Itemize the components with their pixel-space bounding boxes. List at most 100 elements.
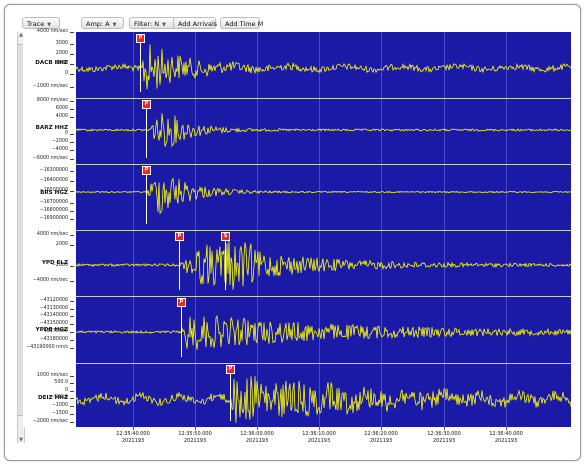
trace-menu[interactable]: Trace ▼ xyxy=(22,17,60,29)
add-time-button[interactable]: Add Time M xyxy=(220,17,263,29)
amplitude-tick-label: −4000 nm/sec xyxy=(32,278,68,283)
waveform-traces xyxy=(76,44,571,423)
amplitude-tick-label: −43120000 xyxy=(39,298,68,303)
amplitude-tick-label: 3000 xyxy=(55,41,68,46)
amplitude-tick-label: −43140000 xyxy=(39,313,68,318)
station-channel-label[interactable]: YPDB HGZ xyxy=(36,327,68,333)
time-tick-label: 12:36:40.000 2021193 xyxy=(476,431,536,445)
amplitude-tick-mark xyxy=(70,150,74,151)
time-tick-time: 12:36:40.000 xyxy=(489,431,523,437)
arrival-pick-marker[interactable]: P xyxy=(175,232,184,241)
time-tick-label: 12:36:10.000 2021193 xyxy=(289,431,349,445)
filter-dropdown[interactable]: Filter: N ▼ xyxy=(129,17,176,29)
arrival-pick-marker[interactable]: P xyxy=(226,365,235,374)
station-channel-label[interactable]: DACB HHZ xyxy=(35,60,68,66)
amplitude-tick-label: −1500 xyxy=(51,411,68,416)
seismogram-trace-1 xyxy=(76,44,571,90)
time-tick-label: 12:36:30.000 2021193 xyxy=(414,431,474,445)
amplitude-tick-mark xyxy=(70,414,74,415)
amplitude-tick-mark xyxy=(70,211,74,212)
amplitude-tick-label: −2000 xyxy=(51,139,68,144)
time-tick-date: 2021193 xyxy=(494,438,518,444)
amp-dropdown[interactable]: Amp: A ▼ xyxy=(81,17,124,29)
amplitude-tick-mark xyxy=(70,101,74,102)
waveform-plot-area[interactable]: P P P P S P P xyxy=(76,32,571,427)
time-axis: 12:35:40.000 2021193 12:35:50.000 2021193 12… xyxy=(76,427,571,447)
amplitude-tick-label: −16300000 xyxy=(39,168,68,173)
arrival-pick-marker[interactable]: S xyxy=(221,232,230,241)
amplitude-tick-label: −43180000 xyxy=(39,337,68,342)
amplitude-tick-mark xyxy=(70,181,74,182)
seismogram-trace-3 xyxy=(76,177,571,215)
amplitude-tick-label: −16800000 xyxy=(39,208,68,213)
amplitude-tick-mark xyxy=(70,87,74,88)
scroll-down-icon[interactable]: ▼ xyxy=(18,437,24,443)
amplitude-tick-mark xyxy=(70,117,74,118)
amplitude-tick-label: −43190000 nm/s xyxy=(26,345,68,350)
arrival-pick-marker[interactable]: P xyxy=(177,298,186,307)
amplitude-tick-label: −16700000 xyxy=(39,200,68,205)
amplitude-tick-label: 0 xyxy=(64,388,68,393)
seismogram-trace-5 xyxy=(76,314,571,350)
amplitude-tick-label: −16400000 xyxy=(39,178,68,183)
amp-dropdown-label: Amp: A xyxy=(86,20,110,28)
time-tick-date: 2021193 xyxy=(307,438,331,444)
amplitude-tick-mark xyxy=(70,32,74,33)
amplitude-tick-mark xyxy=(70,54,74,55)
amplitude-tick-label: −2000 nm/sec xyxy=(32,419,68,424)
amplitude-tick-label: −43130000 xyxy=(39,306,68,311)
amplitude-tick-label: 0 xyxy=(64,131,68,136)
time-tick-label: 12:35:50.000 2021193 xyxy=(165,431,225,445)
time-tick-mark xyxy=(195,427,196,430)
amplitude-tick-label: 6000 xyxy=(55,106,68,111)
amplitude-tick-mark xyxy=(70,109,74,110)
time-tick-time: 12:36:00.000 xyxy=(240,431,274,437)
time-tick-time: 12:35:40.000 xyxy=(116,431,150,437)
amplitude-tick-label: −16900000 xyxy=(39,216,68,221)
amplitude-tick-mark xyxy=(70,376,74,377)
add-arrivals-button[interactable]: Add Arrivals xyxy=(173,17,217,29)
amplitude-tick-mark xyxy=(70,309,74,310)
toolbar: Trace ▼ Amp: A ▼ Filter: N ▼ Add Arrivals A… xyxy=(22,17,572,30)
amplitude-tick-label: 0 xyxy=(64,71,68,76)
time-tick-time: 12:36:30.000 xyxy=(427,431,461,437)
station-channel-label[interactable]: YPD ELZ xyxy=(42,260,68,266)
arrival-pick-marker[interactable]: P xyxy=(136,34,145,43)
trace-menu-label: Trace xyxy=(27,20,45,28)
amplitude-tick-label: 4000 nm/sec xyxy=(36,232,68,237)
time-tick-time: 12:35:50.000 xyxy=(178,431,212,437)
arrival-pick-line xyxy=(146,108,147,158)
amplitude-tick-mark xyxy=(70,159,74,160)
amplitude-tick-mark xyxy=(70,64,74,65)
amplitude-tick-label: −1000 xyxy=(51,403,68,408)
time-tick-time: 12:36:10.000 xyxy=(302,431,336,437)
amplitude-tick-mark xyxy=(70,324,74,325)
amplitude-tick-mark xyxy=(70,191,74,192)
arrival-pick-line xyxy=(140,42,141,92)
arrival-pick-marker[interactable]: P xyxy=(142,100,151,109)
amplitude-tick-label: 4000 nm/sec xyxy=(36,29,68,34)
arrival-pick-line xyxy=(225,240,226,290)
amplitude-tick-label: 2000 xyxy=(55,242,68,247)
amplitude-tick-mark xyxy=(70,406,74,407)
amplitude-tick-label: −4000 xyxy=(51,147,68,152)
station-channel-label[interactable]: BARZ HHZ xyxy=(36,125,68,131)
arrival-pick-line xyxy=(230,373,231,421)
station-channel-label[interactable]: DEIZ HHZ xyxy=(38,395,68,401)
chevron-down-icon: ▼ xyxy=(47,22,52,28)
arrival-pick-marker[interactable]: P xyxy=(142,166,151,175)
time-tick-date: 2021193 xyxy=(432,438,456,444)
time-tick-mark xyxy=(133,427,134,430)
amplitude-tick-label: 2000 xyxy=(55,51,68,56)
time-tick-label: 12:36:20.000 2021193 xyxy=(351,431,411,445)
amplitude-tick-mark xyxy=(70,422,74,423)
time-tick-mark xyxy=(319,427,320,430)
arrival-pick-line xyxy=(181,306,182,357)
amplitude-tick-label: 1000 nm/sec xyxy=(36,373,68,378)
amplitude-tick-label: −6000 nm/sec xyxy=(32,156,68,161)
amplitude-tick-mark xyxy=(70,171,74,172)
amplitude-tick-mark xyxy=(70,74,74,75)
amplitude-tick-mark xyxy=(70,348,74,349)
amplitude-tick-label: 8000 nm/sec xyxy=(36,98,68,103)
station-channel-label[interactable]: BRS HGZ xyxy=(40,190,68,196)
